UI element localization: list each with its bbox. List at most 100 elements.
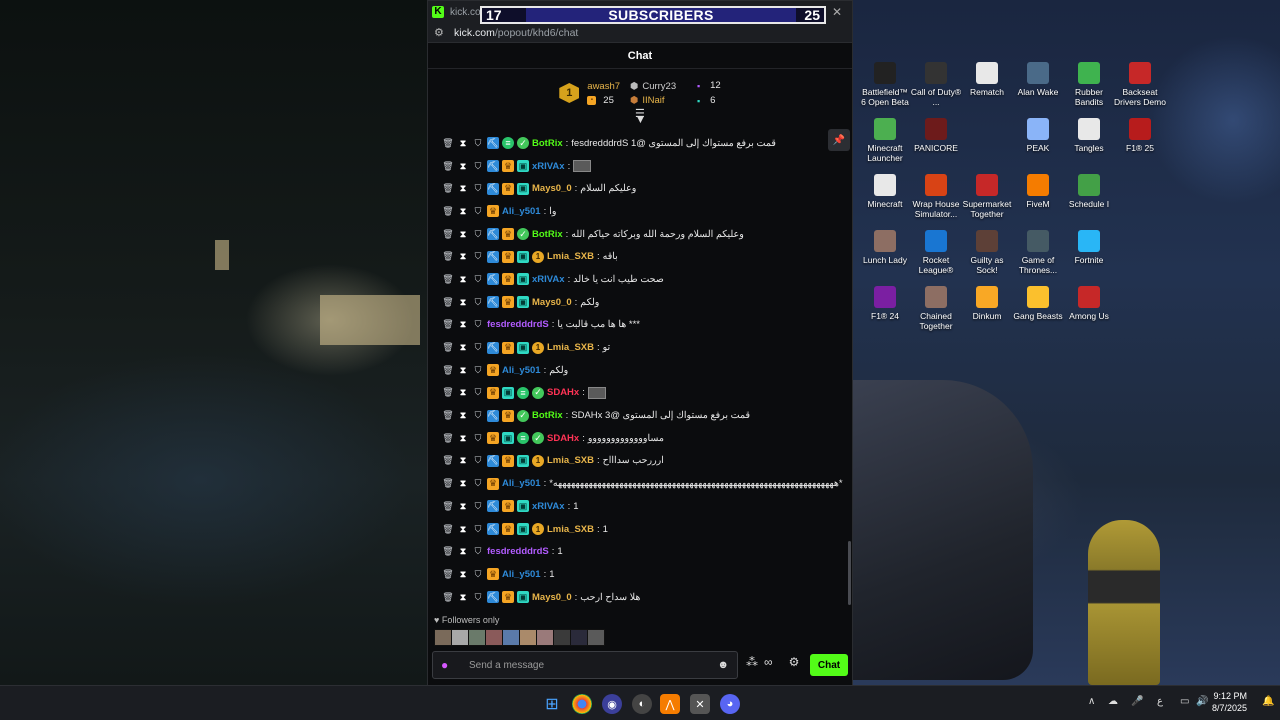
chat-message[interactable]: 🗑 ⧗ ⛉ ♛ Ali_y501: وا (428, 200, 848, 223)
delete-icon[interactable]: 🗑 (442, 364, 454, 376)
delete-icon[interactable]: 🗑 (442, 342, 454, 354)
avatar[interactable] (451, 629, 469, 646)
chat-username[interactable]: Ali_y501 (502, 478, 541, 489)
settings-gear-icon[interactable]: ⚙ (789, 655, 800, 669)
desktop-icon[interactable]: Rubber Bandits (1063, 62, 1115, 107)
delete-icon[interactable]: 🗑 (442, 137, 454, 149)
infinity-icon[interactable]: ∞ (764, 655, 773, 669)
chat-message[interactable]: 🗑 ⧗ ⛉ ⛏ ♛ ▣ Mays0_0: وعليكم السلام (428, 177, 848, 200)
desktop-icon[interactable]: PANICORE (910, 118, 962, 153)
timeout-icon[interactable]: ⧗ (457, 591, 469, 603)
chat-username[interactable]: fesdredddrdS (487, 546, 549, 557)
browser-popup-window[interactable]: K kick.com — ✕ 17 SUBSCRIBERS 25 ⚙ kick.… (427, 0, 853, 688)
url-text[interactable]: kick.com/popout/khd6/chat (454, 27, 578, 39)
timeout-icon[interactable]: ⧗ (457, 183, 469, 195)
desktop-icon[interactable]: Fortnite (1063, 230, 1115, 265)
desktop-icon[interactable]: Gang Beasts (1012, 286, 1064, 321)
tray-chevron-icon[interactable]: ∧ (1088, 696, 1095, 707)
emoji-icon[interactable]: ☻ (717, 659, 729, 671)
timeout-icon[interactable]: ⧗ (457, 455, 469, 467)
microphone-icon[interactable]: ● (441, 658, 455, 672)
desktop-icon[interactable]: PEAK (1012, 118, 1064, 153)
delete-icon[interactable]: 🗑 (442, 205, 454, 217)
delete-icon[interactable]: 🗑 (442, 432, 454, 444)
chat-message[interactable]: 🗑 ⧗ ⛉ ♛ Ali_y501: ولكم (428, 359, 848, 382)
delete-icon[interactable]: 🗑 (442, 591, 454, 603)
desktop-icon[interactable]: FiveM (1012, 174, 1064, 209)
chat-message[interactable]: 🗑 ⧗ ⛉ ⛏ ♛ ▣ Mays0_0: هلا سداح ارحب (428, 586, 848, 608)
ban-shield-icon[interactable]: ⛉ (472, 251, 484, 263)
delete-icon[interactable]: 🗑 (442, 455, 454, 467)
leaderboard-second-user[interactable]: Curry23 (642, 81, 676, 92)
desktop-icon[interactable]: F1® 25 (1114, 118, 1166, 153)
address-bar[interactable]: ⚙ kick.com/popout/khd6/chat (428, 23, 852, 43)
chat-message[interactable]: 🗑 ⧗ ⛉ ⛏ ♛ ✓ BotRix: قمت برفع مستواك إلى المستوى… (428, 404, 848, 427)
avatar[interactable] (536, 629, 554, 646)
leaderboard-third-user[interactable]: IINaif (642, 95, 664, 106)
system-clock[interactable]: 9:12 PM 8/7/2025 (1212, 690, 1247, 714)
chat-message[interactable]: 🗑 ⧗ ⛉ ⛏ ♛ ▣ xRIVAx: صحت طيب انت يا خالد (428, 268, 848, 291)
timeout-icon[interactable]: ⧗ (457, 523, 469, 535)
chat-message[interactable]: 🗑 ⧗ ⛉ fesdredddrdS:1 (428, 540, 848, 563)
desktop-icon[interactable]: F1® 24 (859, 286, 911, 321)
ban-shield-icon[interactable]: ⛉ (472, 546, 484, 558)
xbox-icon[interactable]: ✕ (690, 694, 710, 714)
chat-username[interactable]: SDAHx (547, 387, 579, 398)
language-indicator[interactable]: ع (1157, 696, 1163, 707)
chat-username[interactable]: xRIVAx (532, 501, 565, 512)
ban-shield-icon[interactable]: ⛉ (472, 387, 484, 399)
ban-shield-icon[interactable]: ⛉ (472, 364, 484, 376)
chat-username[interactable]: Lmia_SXB (547, 524, 594, 535)
avatar[interactable] (434, 629, 452, 646)
timeout-icon[interactable]: ⧗ (457, 251, 469, 263)
ban-shield-icon[interactable]: ⛉ (472, 160, 484, 172)
volume-icon[interactable]: 🔊 (1196, 696, 1208, 707)
desktop-icon[interactable]: Alan Wake (1012, 62, 1064, 97)
ban-shield-icon[interactable]: ⛉ (472, 455, 484, 467)
ban-shield-icon[interactable]: ⛉ (472, 228, 484, 240)
scrollbar[interactable] (848, 541, 851, 605)
chat-username[interactable]: BotRix (532, 410, 563, 421)
delete-icon[interactable]: 🗑 (442, 251, 454, 263)
ban-shield-icon[interactable]: ⛉ (472, 523, 484, 535)
desktop-icon[interactable]: Minecraft Launcher (859, 118, 911, 163)
chat-message[interactable]: 🗑 ⧗ ⛉ ♛ ▣ ≡ ✓ SDAHx: (428, 382, 848, 405)
expand-chevron-icon[interactable]: ☰ ▼ (635, 109, 646, 126)
discord-icon[interactable]: ◕ (720, 694, 740, 714)
pin-icon[interactable]: 📌 (828, 129, 850, 151)
chat-message[interactable]: 🗑 ⧗ ⛉ ⛏ ♛ ▣ 1 Lmia_SXB: باقه (428, 245, 848, 268)
chat-username[interactable]: fesdredddrdS (487, 319, 549, 330)
close-icon[interactable]: ✕ (822, 1, 852, 23)
chat-username[interactable]: Ali_y501 (502, 206, 541, 217)
desktop-icon[interactable]: Rematch (961, 62, 1013, 97)
fivem-icon[interactable]: ⋀ (660, 694, 680, 714)
delete-icon[interactable]: 🗑 (442, 296, 454, 308)
desktop-icon[interactable]: Among Us (1063, 286, 1115, 321)
chat-username[interactable]: SDAHx (547, 433, 579, 444)
message-input[interactable] (469, 659, 718, 671)
chat-username[interactable]: xRIVAx (532, 161, 565, 172)
chat-message[interactable]: 🗑 ⧗ ⛉ ♛ ▣ ≡ ✓ SDAHx: مساووووووووووووو (428, 427, 848, 450)
chat-message[interactable]: 🗑 ⧗ ⛉ ⛏ ♛ ✓ BotRix: وعليكم السلام ورحمة الله وب… (428, 223, 848, 246)
delete-icon[interactable]: 🗑 (442, 410, 454, 422)
desktop-icon[interactable]: Dinkum (961, 286, 1013, 321)
leaderboard-top-user[interactable]: awash7 (587, 81, 620, 92)
delete-icon[interactable]: 🗑 (442, 228, 454, 240)
chat-username[interactable]: xRIVAx (532, 274, 565, 285)
chat-message[interactable]: 🗑 ⧗ ⛉ ⛏ ♛ ▣ 1 Lmia_SXB:1 (428, 518, 848, 541)
desktop-icon[interactable]: Chained Together (910, 286, 962, 331)
ban-shield-icon[interactable]: ⛉ (472, 478, 484, 490)
ban-shield-icon[interactable]: ⛉ (472, 319, 484, 331)
ban-shield-icon[interactable]: ⛉ (472, 432, 484, 444)
chat-message-list[interactable]: 🗑 ⧗ ⛉ ⛏ ≡ ✓ BotRix: قمت برفع مستواك إلى المستوى… (428, 132, 848, 608)
kicks-icon[interactable]: ⁂ (746, 655, 758, 669)
chat-username[interactable]: Lmia_SXB (547, 251, 594, 262)
chat-username[interactable]: Lmia_SXB (547, 455, 594, 466)
chat-username[interactable]: Ali_y501 (502, 365, 541, 376)
avatar[interactable] (553, 629, 571, 646)
chat-message[interactable]: 🗑 ⧗ ⛉ ⛏ ♛ ▣ xRIVAx: (428, 155, 848, 178)
wifi-icon[interactable]: ▭ (1180, 696, 1189, 707)
timeout-icon[interactable]: ⧗ (457, 205, 469, 217)
delete-icon[interactable]: 🗑 (442, 273, 454, 285)
chat-message[interactable]: 🗑 ⧗ ⛉ ⛏ ♛ ▣ xRIVAx:1 (428, 495, 848, 518)
